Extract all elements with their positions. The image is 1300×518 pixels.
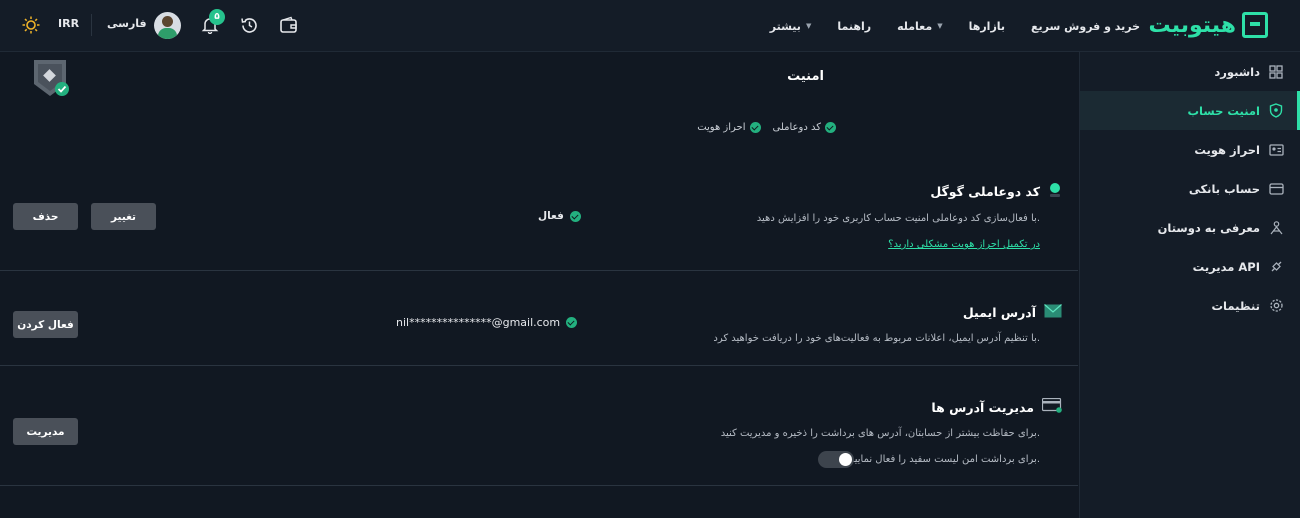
- wallet-icon[interactable]: [277, 14, 299, 36]
- google-2fa-header: کد دوعاملی گوگل: [930, 182, 1062, 201]
- divider: [91, 14, 92, 36]
- address-management-section: مدیریت آدرس ها برای حفاظت بیشتر از حسابت…: [0, 366, 1078, 486]
- section-description: با تنظیم آدرس ایمیل، اعلانات مربوط به فع…: [713, 333, 1040, 344]
- top-bar: هیتوبیت خرید و فروش سریع بازارها معامله ▼…: [0, 0, 1300, 52]
- status-2fa: کد دوعاملی: [772, 122, 836, 133]
- security-status: کد دوعاملی احراز هویت: [697, 122, 836, 133]
- google-authenticator-icon: [1048, 182, 1062, 201]
- main-content: امنیت کد دوعاملی احراز هویت کد دوعاملی گ…: [0, 52, 1078, 518]
- status-kyc: احراز هویت: [697, 122, 761, 133]
- status-label: کد دوعاملی: [772, 122, 822, 133]
- sidebar-item-label: امنیت حساب: [1187, 103, 1261, 118]
- email-section: آدرس ایمیل با تنظیم آدرس ایمیل، اعلانات …: [0, 271, 1078, 366]
- api-icon: [1268, 259, 1284, 275]
- status-badge: فعال: [538, 210, 581, 222]
- language-selector[interactable]: فارسی: [107, 17, 147, 30]
- referral-icon: [1268, 220, 1284, 236]
- brand-logo[interactable]: هیتوبیت: [1148, 10, 1268, 40]
- change-2fa-button[interactable]: تغییر: [91, 203, 156, 230]
- email-value: nil***************@gmail.com: [396, 316, 578, 329]
- avatar[interactable]: [154, 12, 181, 39]
- email-address: nil***************@gmail.com: [396, 316, 561, 329]
- nav-quick-trade[interactable]: خرید و فروش سریع: [1031, 20, 1140, 33]
- sidebar-item-label: تنظیمات: [1211, 298, 1261, 313]
- section-description: با فعال‌سازی کد دوعاملی امنیت حساب کاربر…: [756, 213, 1040, 224]
- sidebar-item-label: احراز هویت: [1194, 142, 1260, 157]
- address-card-icon: [1041, 397, 1062, 416]
- page-title: امنیت: [787, 69, 824, 84]
- sidebar-item-label: معرفی به دوستان: [1157, 220, 1260, 235]
- manage-addresses-button[interactable]: مدیریت: [13, 418, 78, 445]
- status-label: احراز هویت: [697, 122, 746, 133]
- notification-badge: ۵: [209, 9, 225, 25]
- sidebar: داشبورد امنیت حساب احراز هویت حساب بانکی…: [1079, 52, 1300, 518]
- chevron-down-icon: ▼: [937, 22, 943, 30]
- gear-icon: [1268, 298, 1284, 314]
- sidebar-item-kyc[interactable]: احراز هویت: [1080, 130, 1300, 169]
- security-shield-icon: [32, 58, 72, 104]
- section-description: برای حفاظت بیشتر از حسابتان، آدرس های بر…: [720, 428, 1040, 439]
- history-icon[interactable]: [238, 14, 260, 36]
- card-icon: [1268, 181, 1284, 197]
- nav-trade[interactable]: معامله ▼: [897, 20, 943, 33]
- whitelist-description: برای برداشت امن لیست سفید را فعال نمایید…: [849, 454, 1040, 465]
- check-icon: [566, 317, 578, 328]
- email-header: آدرس ایمیل: [963, 304, 1062, 321]
- nav-label: بیشتر: [769, 19, 801, 33]
- nav-guide[interactable]: راهنما: [837, 20, 871, 33]
- sidebar-item-label: داشبورد: [1214, 64, 1260, 79]
- status-label: فعال: [538, 210, 564, 222]
- nav-markets[interactable]: بازارها: [969, 20, 1005, 33]
- sidebar-item-referral[interactable]: معرفی به دوستان: [1080, 208, 1300, 247]
- grid-icon: [1268, 64, 1284, 80]
- main-nav: خرید و فروش سریع بازارها معامله ▼ راهنما …: [770, 0, 1140, 52]
- email-icon: [1044, 304, 1062, 321]
- currency-selector[interactable]: IRR: [58, 17, 79, 30]
- nav-label: خرید و فروش سریع: [1031, 19, 1140, 33]
- delete-2fa-button[interactable]: حذف: [13, 203, 78, 230]
- shield-icon: [1268, 103, 1284, 119]
- section-title: کد دوعاملی گوگل: [930, 184, 1040, 199]
- sidebar-item-dashboard[interactable]: داشبورد: [1080, 52, 1300, 91]
- section-title: مدیریت آدرس ها: [931, 399, 1034, 415]
- sidebar-item-bank-account[interactable]: حساب بانکی: [1080, 169, 1300, 208]
- nav-label: بازارها: [968, 19, 1006, 33]
- check-icon: [825, 122, 836, 133]
- nav-label: راهنما: [837, 19, 872, 33]
- chevron-down-icon: ▼: [805, 22, 812, 30]
- sidebar-item-label: مدیریت API: [1192, 259, 1260, 274]
- kyc-help-link[interactable]: در تکمیل احراز هویت مشکلی دارید؟: [888, 239, 1040, 250]
- check-icon: [749, 122, 761, 133]
- sidebar-item-label: حساب بانکی: [1188, 181, 1260, 196]
- section-title: آدرس ایمیل: [962, 305, 1036, 320]
- sidebar-item-security[interactable]: امنیت حساب: [1080, 91, 1300, 130]
- nav-more[interactable]: بیشتر ▼: [770, 20, 812, 33]
- id-card-icon: [1268, 142, 1284, 158]
- theme-toggle-sun-icon[interactable]: [20, 14, 42, 36]
- sidebar-item-api[interactable]: مدیریت API: [1080, 247, 1300, 286]
- nav-label: معامله: [897, 19, 933, 33]
- brand-name: هیتوبیت: [1148, 12, 1236, 38]
- check-icon: [569, 210, 581, 222]
- sidebar-item-settings[interactable]: تنظیمات: [1080, 286, 1300, 325]
- activate-email-button[interactable]: فعال کردن: [13, 311, 78, 338]
- whitelist-toggle[interactable]: [818, 451, 854, 468]
- address-header: مدیریت آدرس ها: [931, 397, 1062, 416]
- logo-mark-icon: [1242, 12, 1268, 38]
- google-2fa-section: کد دوعاملی گوگل با فعال‌سازی کد دوعاملی …: [0, 160, 1078, 271]
